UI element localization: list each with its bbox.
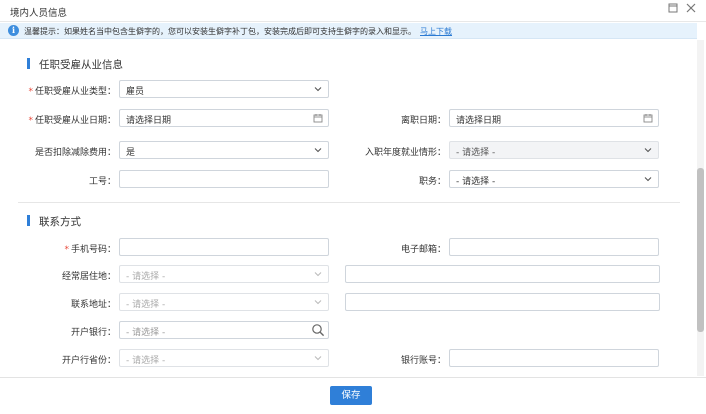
section-marker bbox=[27, 215, 30, 226]
contact-address-select[interactable]: - 请选择 - bbox=[119, 293, 329, 311]
residence-value: - 请选择 - bbox=[126, 272, 166, 282]
bank-account-label: 银行账号： bbox=[400, 356, 446, 366]
chevron-down-icon bbox=[314, 148, 322, 153]
residence-label: 经常居住地： bbox=[61, 272, 116, 282]
bank-placeholder: - 请选择 - bbox=[126, 328, 166, 338]
deduct-expense-label: 是否扣除减除费用： bbox=[34, 148, 116, 158]
employment-date-label-text: 任职受雇从业日期： bbox=[34, 116, 116, 126]
notice-text: 温馨提示：如果姓名当中包含生僻字的，您可以安装生僻字补丁包，安装完成后即可支持生… bbox=[24, 26, 452, 37]
employment-type-select[interactable]: 雇员 bbox=[119, 80, 329, 98]
search-icon[interactable] bbox=[311, 323, 325, 337]
residence-select[interactable]: - 请选择 - bbox=[119, 265, 329, 283]
section-marker bbox=[27, 58, 30, 69]
entry-year-status-label: 入职年度就业情形： bbox=[364, 148, 446, 158]
employee-no-label: 工号： bbox=[88, 177, 116, 187]
contact-address-label: 联系地址： bbox=[70, 300, 116, 310]
mobile-label: * 手机号码： bbox=[20, 242, 116, 255]
info-icon: i bbox=[8, 25, 19, 36]
required-mark: * bbox=[28, 87, 33, 97]
employee-no-input[interactable] bbox=[119, 170, 329, 188]
notice-banner: i 温馨提示：如果姓名当中包含生僻字的，您可以安装生僻字补丁包，安装完成后即可支… bbox=[0, 23, 697, 39]
chevron-down-icon bbox=[644, 177, 652, 182]
mobile-label-text: 手机号码： bbox=[70, 245, 116, 255]
employment-date-placeholder: 请选择日期 bbox=[126, 116, 172, 126]
window-titlebar: 境内人员信息 bbox=[0, 0, 706, 22]
chevron-down-icon bbox=[314, 87, 322, 92]
dialog-footer: 保存 bbox=[0, 377, 706, 414]
download-link[interactable]: 马上下载 bbox=[420, 27, 452, 36]
scrollbar-thumb[interactable] bbox=[697, 168, 704, 332]
employment-section-title: 任职受雇从业信息 bbox=[39, 59, 123, 71]
contact-section-title: 联系方式 bbox=[39, 216, 81, 228]
entry-year-status-select[interactable]: - 请选择 - bbox=[449, 141, 659, 159]
employment-type-label-text: 任职受雇从业类型： bbox=[34, 87, 116, 97]
position-select[interactable]: - 请选择 - bbox=[449, 170, 659, 188]
contact-address-value: - 请选择 - bbox=[126, 300, 166, 310]
deduct-expense-select[interactable]: 是 bbox=[119, 141, 329, 159]
entry-year-status-value: - 请选择 - bbox=[456, 148, 496, 158]
bank-search-input[interactable]: - 请选择 - bbox=[119, 321, 329, 339]
chevron-down-icon bbox=[644, 148, 652, 153]
bank-province-value: - 请选择 - bbox=[126, 356, 166, 366]
employment-date-input[interactable]: 请选择日期 bbox=[119, 109, 329, 127]
employment-type-value: 雇员 bbox=[126, 87, 145, 97]
contact-address-detail-input[interactable] bbox=[345, 293, 660, 311]
chevron-down-icon bbox=[314, 356, 322, 361]
section-divider bbox=[18, 202, 680, 203]
deduct-expense-value: 是 bbox=[126, 148, 136, 158]
restore-icon[interactable] bbox=[666, 3, 680, 17]
chevron-down-icon bbox=[314, 272, 322, 277]
window-title: 境内人员信息 bbox=[10, 8, 68, 19]
bank-label: 开户银行： bbox=[70, 328, 116, 338]
position-value: - 请选择 - bbox=[456, 177, 496, 187]
leave-date-label: 离职日期： bbox=[400, 116, 446, 126]
bank-province-label: 开户行省份： bbox=[61, 356, 116, 366]
chevron-down-icon bbox=[314, 300, 322, 305]
position-label: 职务： bbox=[418, 177, 446, 187]
notice-message: 温馨提示：如果姓名当中包含生僻字的，您可以安装生僻字补丁包，安装完成后即可支持生… bbox=[24, 27, 416, 36]
calendar-icon[interactable] bbox=[643, 113, 653, 123]
email-input[interactable] bbox=[449, 238, 659, 256]
residence-detail-input[interactable] bbox=[345, 265, 660, 283]
required-mark: * bbox=[64, 245, 69, 255]
leave-date-placeholder: 请选择日期 bbox=[456, 116, 502, 126]
close-icon[interactable] bbox=[684, 3, 698, 17]
employment-type-label: * 任职受雇从业类型： bbox=[20, 84, 116, 97]
bank-account-input[interactable] bbox=[449, 349, 659, 367]
bank-province-select[interactable]: - 请选择 - bbox=[119, 349, 329, 367]
leave-date-input[interactable]: 请选择日期 bbox=[449, 109, 659, 127]
email-label: 电子邮箱： bbox=[400, 245, 446, 255]
required-mark: * bbox=[28, 116, 33, 126]
calendar-icon[interactable] bbox=[313, 113, 323, 123]
employment-date-label: * 任职受雇从业日期： bbox=[20, 113, 116, 126]
mobile-input[interactable] bbox=[119, 238, 329, 256]
save-button[interactable]: 保存 bbox=[330, 386, 372, 405]
